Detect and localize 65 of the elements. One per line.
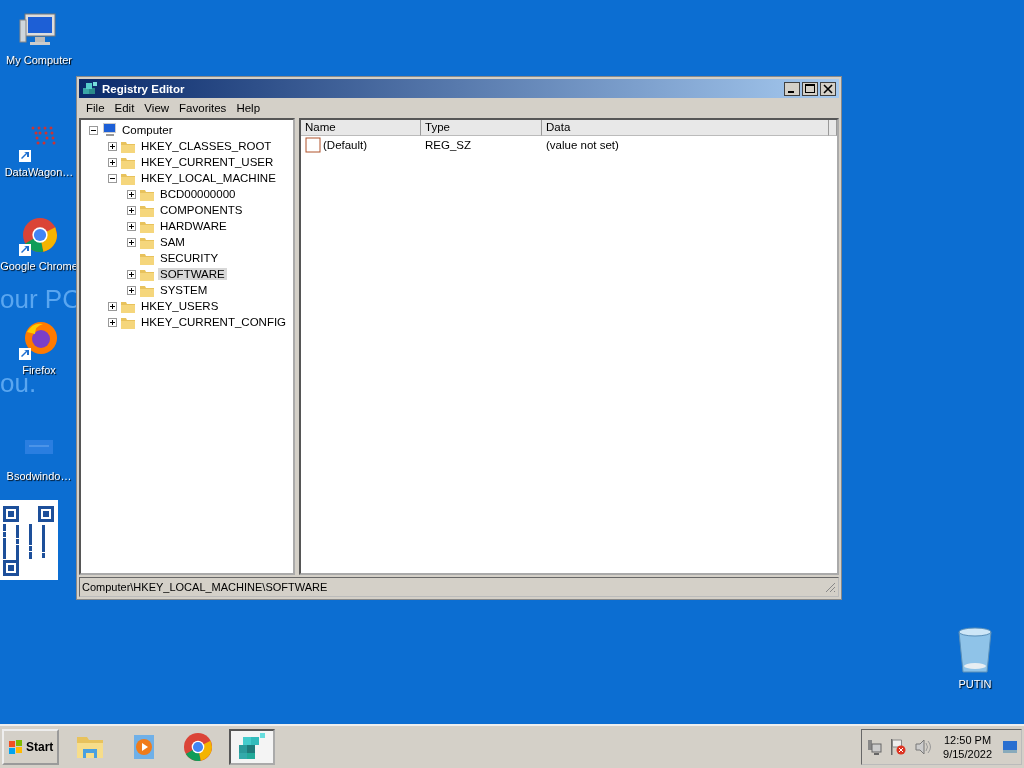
tree-item[interactable]: COMPONENTS <box>158 204 245 216</box>
menu-item[interactable]: File <box>81 101 110 114</box>
menu-item[interactable]: Edit <box>109 101 140 114</box>
tree-item[interactable]: SECURITY <box>158 252 221 264</box>
taskbar-button[interactable] <box>229 729 276 765</box>
tree-item[interactable]: HKEY_CLASSES_ROOT <box>139 140 274 152</box>
expand-icon[interactable] <box>127 189 136 199</box>
table-cell-text: (value not set) <box>545 139 620 151</box>
menu-item[interactable]: View <box>139 101 175 114</box>
expand-icon[interactable] <box>127 285 136 295</box>
start-button[interactable]: Start <box>2 729 60 765</box>
tree-item[interactable]: HKEY_CURRENT_CONFIG <box>139 316 289 328</box>
expand-icon[interactable] <box>127 221 136 231</box>
table-cell-text: REG_SZ <box>424 139 472 151</box>
expand-icon[interactable] <box>127 237 136 247</box>
collapse-icon[interactable] <box>108 173 117 183</box>
tree-item[interactable]: SYSTEM <box>158 284 210 296</box>
expand-icon[interactable] <box>127 269 136 279</box>
chrome-icon <box>19 216 59 256</box>
windows-logo-icon <box>8 739 24 755</box>
tree-item[interactable]: Computer <box>120 124 175 136</box>
tree-item[interactable]: SAM <box>158 236 187 248</box>
menu-item[interactable]: Help <box>231 101 266 114</box>
tree-item[interactable]: HKEY_USERS <box>139 300 221 312</box>
show-desktop-icon[interactable] <box>1003 739 1017 755</box>
tree-item[interactable]: HKEY_CURRENT_USER <box>139 156 276 168</box>
expand-icon[interactable] <box>108 301 117 311</box>
expand-icon[interactable] <box>108 317 117 327</box>
column-header[interactable]: Type <box>421 120 542 136</box>
speaker-icon[interactable] <box>914 738 933 756</box>
desktop-icon-label[interactable]: Google Chrome <box>0 260 78 272</box>
clock-date[interactable]: 9/15/2022 <box>943 747 992 761</box>
desktop-icon-label[interactable]: Firefox <box>22 364 56 376</box>
firefox-icon <box>19 320 59 360</box>
chrome-icon <box>182 731 215 763</box>
tree-item[interactable]: BCD00000000 <box>158 188 238 200</box>
recycle-bin-icon <box>955 626 995 674</box>
desktop-icon-label[interactable]: PUTIN <box>958 678 992 690</box>
tree-item[interactable]: HARDWARE <box>158 220 229 232</box>
desktop-icon-label[interactable]: Bsodwindo… <box>6 470 72 482</box>
column-header[interactable]: Data <box>542 120 829 136</box>
qr-code-icon <box>0 500 58 580</box>
collapse-icon[interactable] <box>89 125 98 135</box>
desktop-icon-label[interactable]: My Computer <box>6 54 72 66</box>
expand-icon[interactable] <box>108 141 117 151</box>
expand-icon[interactable] <box>108 157 117 167</box>
string-value-icon <box>305 137 321 153</box>
status-text: Computer\HKEY_LOCAL_MACHINE\SOFTWARE <box>82 581 328 593</box>
tree-item[interactable]: HKEY_LOCAL_MACHINE <box>139 172 278 184</box>
network-icon[interactable] <box>866 738 883 756</box>
window-title: Registry Editor <box>102 82 186 95</box>
clock-time[interactable]: 12:50 PM <box>944 733 992 747</box>
maximize-icon[interactable] <box>802 81 818 96</box>
column-header[interactable]: Name <box>301 120 421 136</box>
table-cell: (Default) <box>323 139 368 151</box>
tree-item[interactable]: SOFTWARE <box>158 268 227 280</box>
flag-error-icon[interactable] <box>889 738 908 756</box>
desktop-icon-label[interactable]: DataWagon… <box>4 166 74 178</box>
registry-cubes-icon <box>82 80 98 97</box>
resize-grip-icon <box>824 581 836 593</box>
close-icon[interactable] <box>820 81 836 96</box>
expand-icon[interactable] <box>127 205 136 215</box>
minimize-icon[interactable] <box>784 81 800 96</box>
menu-item[interactable]: Favorites <box>174 101 232 114</box>
computer-icon <box>101 122 117 138</box>
